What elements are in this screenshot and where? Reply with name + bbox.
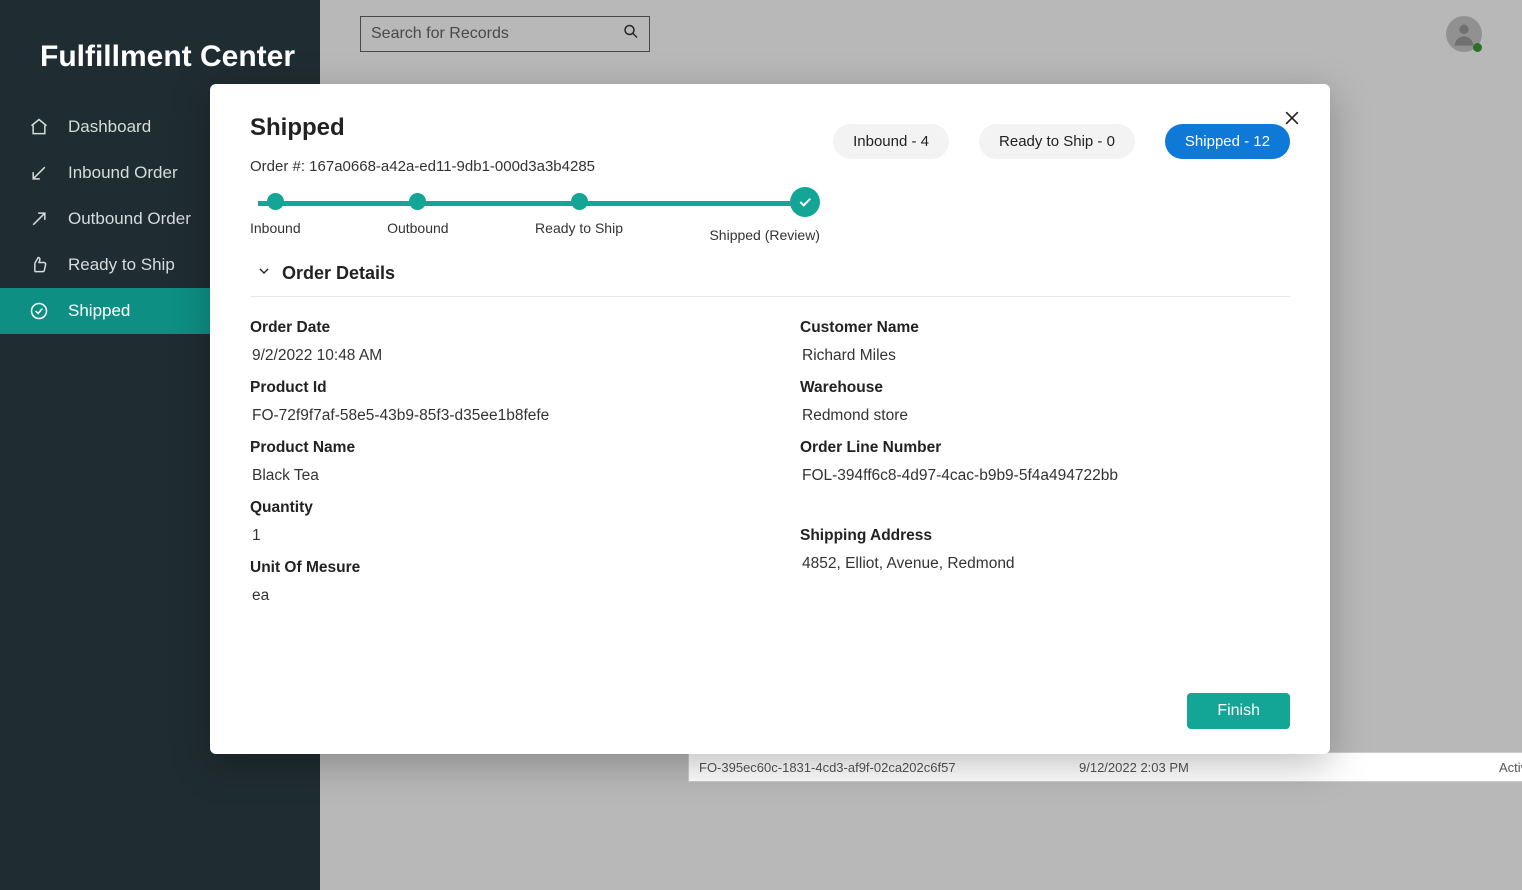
sidebar-item-label: Outbound Order [68, 209, 191, 229]
value-warehouse: Redmond store [800, 407, 1290, 425]
order-details-toggle[interactable]: Order Details [250, 261, 1290, 297]
label-order-line-number: Order Line Number [800, 439, 1290, 457]
label-quantity: Quantity [250, 499, 740, 517]
value-order-date: 9/2/2022 10:48 AM [250, 347, 740, 365]
label-customer-name: Customer Name [800, 319, 1290, 337]
close-icon[interactable] [1282, 108, 1302, 133]
step-label: Ready to Ship [535, 220, 623, 236]
step-inbound: Inbound [250, 193, 301, 236]
step-outbound: Outbound [387, 193, 449, 236]
step-dot [571, 193, 588, 210]
label-order-date: Order Date [250, 319, 740, 337]
value-unit-of-measure: ea [250, 587, 740, 605]
step-ready-to-ship: Ready to Ship [535, 193, 623, 236]
section-title: Order Details [282, 263, 395, 284]
check-circle-icon [28, 300, 50, 322]
bg-row-id: FO-395ec60c-1831-4cd3-af9f-02ca202c6f57 [689, 760, 1069, 775]
arrow-out-icon [28, 208, 50, 230]
sidebar-item-label: Inbound Order [68, 163, 178, 183]
sidebar-item-label: Shipped [68, 301, 130, 321]
label-unit-of-measure: Unit Of Mesure [250, 559, 740, 577]
status-pills: Inbound - 4 Ready to Ship - 0 Shipped - … [833, 124, 1290, 159]
order-details: Order Date 9/2/2022 10:48 AM Product Id … [250, 309, 1290, 693]
value-quantity: 1 [250, 527, 740, 545]
pill-shipped[interactable]: Shipped - 12 [1165, 124, 1290, 159]
home-icon [28, 116, 50, 138]
check-circle-icon [790, 187, 820, 217]
value-shipping-address: 4852, Elliot, Avenue, Redmond [800, 555, 1290, 573]
step-dot [267, 193, 284, 210]
sidebar-item-label: Dashboard [68, 117, 151, 137]
step-label: Shipped (Review) [709, 227, 820, 243]
value-customer-name: Richard Miles [800, 347, 1290, 365]
step-label: Outbound [387, 220, 449, 236]
thumbs-up-icon [28, 254, 50, 276]
value-product-name: Black Tea [250, 467, 740, 485]
value-product-id: FO-72f9f7af-58e5-43b9-85f3-d35ee1b8fefe [250, 407, 740, 425]
label-product-name: Product Name [250, 439, 740, 457]
sidebar-item-label: Ready to Ship [68, 255, 175, 275]
chevron-down-icon [256, 263, 272, 284]
label-warehouse: Warehouse [800, 379, 1290, 397]
progress-stepper: Inbound Outbound Ready to Ship Shipped (… [250, 193, 820, 243]
step-label: Inbound [250, 220, 301, 236]
finish-button[interactable]: Finish [1187, 693, 1290, 729]
table-row[interactable]: FO-395ec60c-1831-4cd3-af9f-02ca202c6f57 … [688, 752, 1522, 782]
modal-order-number: Order #: 167a0668-a42a-ed11-9db1-000d3a3… [250, 158, 595, 175]
arrow-in-icon [28, 162, 50, 184]
modal-title: Shipped [250, 114, 595, 142]
bg-row-status: Active [1489, 760, 1522, 775]
label-product-id: Product Id [250, 379, 740, 397]
label-shipping-address: Shipping Address [800, 527, 1290, 545]
step-shipped: Shipped (Review) [709, 193, 820, 243]
bg-row-date: 9/12/2022 2:03 PM [1069, 760, 1489, 775]
value-order-line-number: FOL-394ff6c8-4d97-4cac-b9b9-5f4a494722bb [800, 467, 1290, 485]
pill-ready-to-ship[interactable]: Ready to Ship - 0 [979, 124, 1135, 159]
step-dot [409, 193, 426, 210]
order-modal: Shipped Order #: 167a0668-a42a-ed11-9db1… [210, 84, 1330, 754]
pill-inbound[interactable]: Inbound - 4 [833, 124, 949, 159]
